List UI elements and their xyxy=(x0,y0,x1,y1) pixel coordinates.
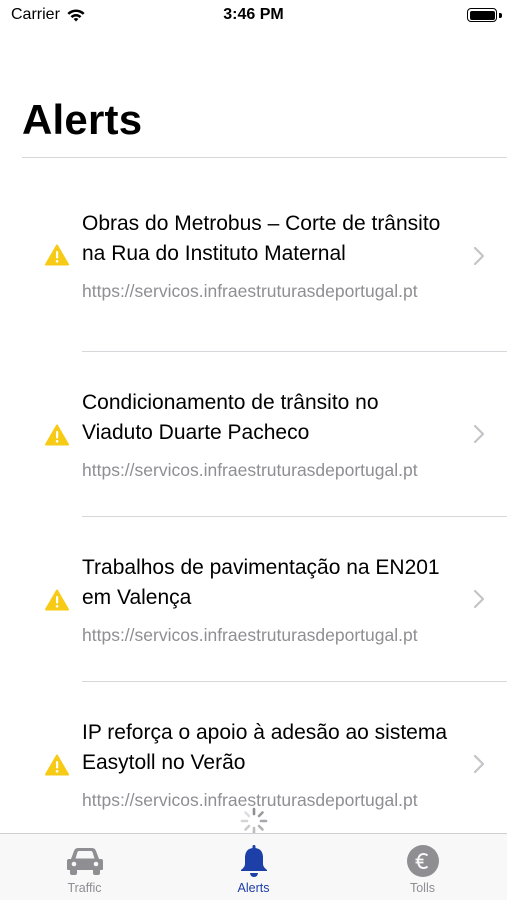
alert-list[interactable]: Obras do Metrobus – Corte de trânsito na… xyxy=(0,158,507,834)
tab-alerts[interactable]: Alerts xyxy=(169,834,338,900)
alert-row[interactable]: Trabalhos de pavimentação na EN201 em Va… xyxy=(0,517,507,682)
loading-spinner-icon xyxy=(240,807,268,835)
alert-text: Condicionamento de trânsito no Viaduto D… xyxy=(82,388,452,481)
alert-title: Trabalhos de pavimentação na EN201 em Va… xyxy=(82,556,440,609)
bell-icon xyxy=(234,844,274,878)
battery-tip xyxy=(499,13,502,18)
alert-row[interactable]: Condicionamento de trânsito no Viaduto D… xyxy=(0,352,507,517)
status-time: 3:46 PM xyxy=(223,6,284,23)
alert-url: https://servicos.infraestruturasdeportug… xyxy=(82,460,418,480)
chevron-right-icon xyxy=(473,754,485,774)
alert-text: Obras do Metrobus – Corte de trânsito na… xyxy=(82,209,452,302)
warning-icon xyxy=(45,589,69,611)
chevron-right-icon xyxy=(473,424,485,444)
alert-title: Condicionamento de trânsito no Viaduto D… xyxy=(82,391,379,444)
tab-tolls[interactable]: Tolls xyxy=(338,834,507,900)
battery-icon xyxy=(467,8,497,22)
status-bar: Carrier 3:46 PM xyxy=(0,0,507,32)
alert-title: Obras do Metrobus – Corte de trânsito na… xyxy=(82,211,441,265)
warning-icon xyxy=(45,754,69,776)
alert-url: https://servicos.infraestruturasdeportug… xyxy=(82,280,418,301)
alert-url: https://servicos.infraestruturasdeportug… xyxy=(82,625,418,645)
alert-title: IP reforça o apoio à adesão ao sistema E… xyxy=(82,721,448,774)
chevron-right-icon xyxy=(473,246,485,266)
warning-icon xyxy=(45,424,69,446)
tab-bar: Traffic Alerts Tolls xyxy=(0,833,507,900)
alert-text: IP reforça o apoio à adesão ao sistema E… xyxy=(82,718,452,811)
page-title: Alerts xyxy=(22,96,143,143)
tab-label: Alerts xyxy=(237,881,270,895)
tab-label: Tolls xyxy=(409,881,435,895)
alert-row[interactable]: Obras do Metrobus – Corte de trânsito na… xyxy=(0,158,507,352)
car-icon xyxy=(65,844,105,878)
euro-icon xyxy=(403,844,443,878)
tab-label: Traffic xyxy=(67,881,102,895)
alert-text: Trabalhos de pavimentação na EN201 em Va… xyxy=(82,553,452,646)
chevron-right-icon xyxy=(473,589,485,609)
warning-icon xyxy=(45,244,69,266)
tab-traffic[interactable]: Traffic xyxy=(0,834,169,900)
